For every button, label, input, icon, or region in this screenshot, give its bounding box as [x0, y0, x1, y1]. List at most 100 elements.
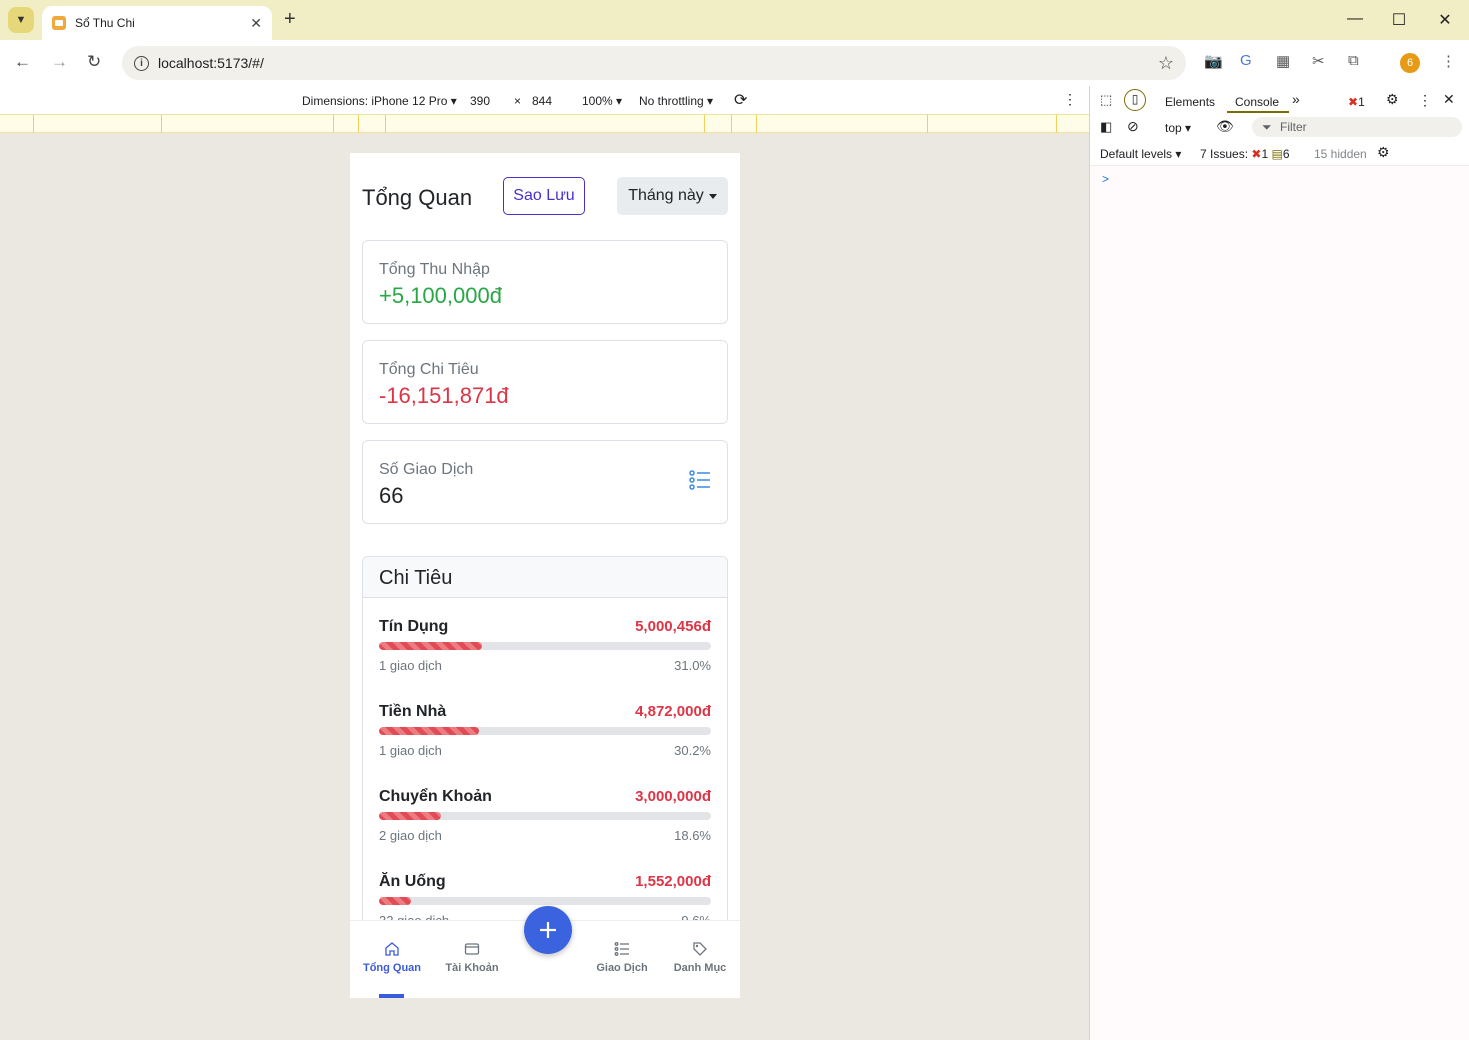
tab-search-button[interactable]: ▼ — [8, 7, 34, 33]
category-amount: 5,000,456đ — [635, 618, 711, 635]
address-bar[interactable]: i localhost:5173/#/ ☆ — [122, 46, 1186, 80]
error-count-badge[interactable]: ✖1 — [1348, 95, 1365, 109]
nav-categories-label: Danh Mục — [673, 962, 727, 974]
expense-label: Tổng Chi Tiêu — [379, 361, 479, 378]
issue-error-icon: ✖ — [1251, 147, 1262, 161]
device-dimensions-select[interactable]: Dimensions: iPhone 12 Pro ▾ — [302, 94, 457, 108]
income-card: Tổng Thu Nhập +5,100,000đ — [362, 240, 728, 324]
extension-tool-icon[interactable]: ✂ — [1312, 52, 1325, 70]
device-width-input[interactable]: 390 — [470, 94, 490, 108]
device-toggle-icon[interactable]: ▯ — [1124, 89, 1146, 111]
camera-icon[interactable]: 📷 — [1204, 52, 1223, 70]
close-window-button[interactable]: ✕ — [1435, 10, 1455, 30]
site-info-icon[interactable]: i — [134, 55, 149, 71]
expense-categories-title: Chi Tiêu — [363, 557, 727, 598]
category-name: Ăn Uống — [379, 873, 446, 890]
category-amount: 3,000,000đ — [635, 788, 711, 805]
devtools-panel: ⬚ ▯ Elements Console » ✖1 ⚙ ⋮ ✕ ◧ ⊘ top … — [1089, 86, 1469, 1040]
back-button[interactable]: ← — [14, 52, 31, 72]
log-levels-select[interactable]: Default levels ▾ — [1100, 147, 1181, 161]
qr-code-icon[interactable]: ▦ — [1276, 52, 1290, 70]
expense-category-item[interactable]: Tiền Nhà 4,872,000đ 1 giao dịch 30.2% — [379, 703, 711, 773]
zoom-select[interactable]: 100% ▾ — [582, 94, 622, 108]
income-label: Tổng Thu Nhập — [379, 261, 490, 278]
category-percent: 18.6% — [674, 828, 711, 843]
category-transaction-count: 1 giao dịch — [379, 743, 442, 758]
nav-categories[interactable]: Danh Mục — [660, 941, 740, 974]
issue-error-count: 1 — [1261, 147, 1269, 161]
category-progress-bar — [379, 897, 711, 905]
income-value: +5,100,000đ — [379, 283, 502, 308]
add-transaction-button[interactable] — [524, 906, 572, 954]
nav-accounts[interactable]: Tài Khoản — [432, 941, 512, 974]
tags-icon — [693, 942, 707, 956]
extensions-puzzle-icon[interactable]: ⧉ — [1348, 52, 1359, 69]
favicon-icon — [52, 16, 66, 30]
error-count: 1 — [1358, 95, 1365, 109]
forward-button[interactable]: → — [51, 52, 68, 72]
browser-tab[interactable]: Sổ Thu Chi ✕ — [42, 6, 272, 40]
live-expression-eye-icon[interactable]: 👁 — [1216, 118, 1234, 135]
plus-icon — [540, 922, 556, 938]
media-query-ruler[interactable] — [0, 114, 1089, 133]
nav-overview[interactable]: Tổng Quan — [352, 941, 432, 974]
console-toolbar: ◧ ⊘ top ▾ 👁 ⏷ Filter — [1090, 114, 1469, 140]
active-tab-indicator — [379, 994, 404, 998]
list-icon — [689, 470, 710, 490]
period-dropdown[interactable]: Tháng này — [617, 177, 728, 215]
zoom-value: 100% — [582, 94, 613, 108]
console-filter-input[interactable]: ⏷ Filter — [1252, 117, 1462, 137]
category-progress-fill — [379, 727, 480, 735]
expense-category-item[interactable]: Chuyển Khoản 3,000,000đ 2 giao dịch 18.6% — [379, 788, 711, 858]
close-tab-icon[interactable]: ✕ — [250, 15, 262, 32]
issues-link[interactable]: 7 Issues: ✖1 ▤6 — [1200, 147, 1290, 161]
expense-category-item[interactable]: Tín Dụng 5,000,456đ 1 giao dịch 31.0% — [379, 618, 711, 688]
settings-gear-icon[interactable]: ⚙ — [1386, 91, 1399, 108]
throttle-value: No throttling — [639, 94, 704, 108]
nav-transactions[interactable]: Giao Dịch — [582, 941, 662, 974]
log-levels-value: Default levels — [1100, 147, 1173, 161]
category-amount: 4,872,000đ — [635, 703, 711, 720]
reload-button[interactable]: ↻ — [87, 52, 101, 72]
context-value: top — [1165, 121, 1182, 135]
translate-icon[interactable]: G — [1240, 52, 1252, 69]
maximize-button[interactable]: ☐ — [1389, 10, 1409, 30]
tab-elements[interactable]: Elements — [1165, 95, 1215, 109]
inspect-element-icon[interactable]: ⬚ — [1100, 92, 1112, 108]
nav-overview-label: Tổng Quan — [362, 962, 422, 974]
transaction-count-card: Số Giao Dịch 66 — [362, 440, 728, 524]
browser-menu-icon[interactable]: ⋮ — [1441, 52, 1456, 70]
category-name: Tiền Nhà — [379, 703, 447, 720]
bookmark-star-icon[interactable]: ☆ — [1158, 53, 1174, 74]
backup-button[interactable]: Sao Lưu — [503, 177, 585, 215]
devtools-menu-icon[interactable]: ⋮ — [1418, 92, 1432, 109]
close-devtools-icon[interactable]: ✕ — [1443, 91, 1455, 108]
rotate-icon[interactable]: ⟳ — [734, 90, 747, 110]
context-select[interactable]: top ▾ — [1165, 121, 1191, 135]
wallet-icon — [464, 943, 480, 955]
expense-card: Tổng Chi Tiêu -16,151,871đ — [362, 340, 728, 424]
category-transaction-count: 2 giao dịch — [379, 828, 442, 843]
new-tab-button[interactable]: + — [284, 8, 296, 31]
url-text[interactable]: localhost:5173/#/ — [158, 55, 264, 71]
expense-value: -16,151,871đ — [379, 383, 509, 408]
sidebar-toggle-icon[interactable]: ◧ — [1100, 119, 1112, 135]
console-prompt[interactable]: > — [1102, 172, 1109, 186]
more-tabs-icon[interactable]: » — [1292, 91, 1300, 107]
category-name: Tín Dụng — [379, 618, 449, 635]
device-toolbar-menu-icon[interactable]: ⋮ — [1063, 91, 1077, 108]
console-settings-icon[interactable]: ⚙ — [1377, 144, 1390, 161]
nav-accounts-label: Tài Khoản — [445, 962, 499, 974]
category-transaction-count: 1 giao dịch — [379, 658, 442, 673]
throttle-select[interactable]: No throttling ▾ — [639, 94, 713, 108]
minimize-button[interactable]: — — [1345, 10, 1365, 28]
browser-titlebar: ▼ Sổ Thu Chi ✕ + — ☐ ✕ — [0, 0, 1469, 40]
profile-avatar[interactable]: 6 — [1400, 53, 1420, 73]
device-name: Dimensions: iPhone 12 Pro — [302, 94, 448, 108]
clear-console-icon[interactable]: ⊘ — [1127, 118, 1139, 135]
category-progress-fill — [379, 642, 482, 650]
active-tab-underline — [1227, 111, 1289, 113]
tab-console[interactable]: Console — [1235, 95, 1279, 109]
category-progress-bar — [379, 727, 711, 735]
device-height-input[interactable]: 844 — [532, 94, 552, 108]
